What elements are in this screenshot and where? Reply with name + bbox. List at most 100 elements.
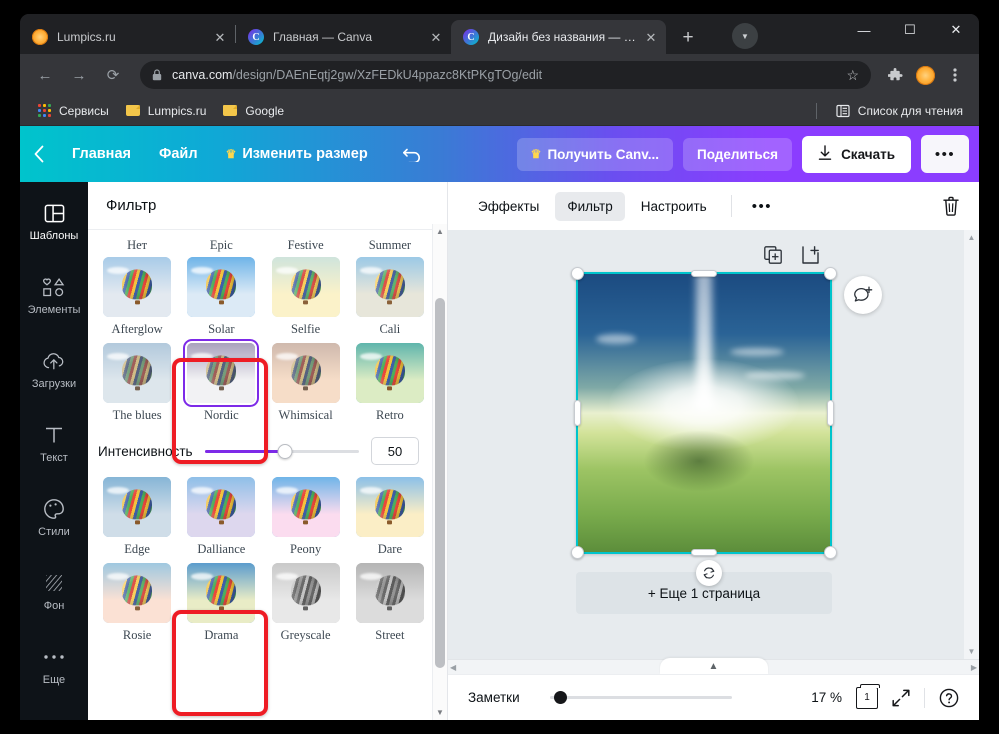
resize-handle-top[interactable] bbox=[691, 270, 717, 277]
filter-thumbnail[interactable] bbox=[103, 563, 172, 623]
panel-scrollbar[interactable]: ▲ ▼ bbox=[432, 224, 447, 720]
sidebar-item-elements[interactable]: Элементы bbox=[20, 264, 88, 328]
tab-filter[interactable]: Фильтр bbox=[555, 191, 625, 221]
menu-file[interactable]: Файл bbox=[145, 138, 212, 170]
filter-label-epic[interactable]: Epic bbox=[182, 238, 260, 253]
filter-item[interactable]: Cali bbox=[351, 257, 429, 337]
filter-thumbnail[interactable] bbox=[271, 563, 340, 623]
filter-thumbnail[interactable] bbox=[187, 257, 256, 317]
download-button[interactable]: Скачать bbox=[802, 135, 911, 173]
add-comment-icon[interactable] bbox=[844, 276, 882, 314]
expand-icon[interactable] bbox=[892, 689, 910, 707]
maximize-icon[interactable]: ☐ bbox=[887, 14, 933, 46]
filter-label-summer[interactable]: Summer bbox=[351, 238, 429, 253]
filter-thumbnail[interactable] bbox=[355, 477, 424, 537]
canvas-scroll-right-icon[interactable]: ▶ bbox=[971, 663, 977, 672]
new-tab-button[interactable]: + bbox=[674, 23, 702, 51]
filter-label-festive[interactable]: Festive bbox=[267, 238, 345, 253]
sidebar-item-styles[interactable]: Стили bbox=[20, 486, 88, 550]
filter-item[interactable]: Retro bbox=[351, 343, 429, 423]
canvas-scroll-down-icon[interactable]: ▼ bbox=[964, 644, 979, 659]
slider-knob[interactable] bbox=[277, 443, 293, 459]
canvas-viewport[interactable]: + Еще 1 страница ▲ ▼ ◀ ▶ ▲ bbox=[448, 230, 979, 674]
filter-thumbnail[interactable] bbox=[271, 477, 340, 537]
filter-item[interactable]: Whimsical bbox=[267, 343, 345, 423]
tab-adjust[interactable]: Настроить bbox=[629, 192, 719, 221]
filter-item[interactable]: Solar bbox=[182, 257, 260, 337]
sidebar-item-uploads[interactable]: Загрузки bbox=[20, 338, 88, 402]
filter-thumbnail[interactable] bbox=[355, 343, 424, 403]
browser-tab-2[interactable]: C Главная — Canva ✕ bbox=[236, 20, 451, 54]
zoom-slider[interactable] bbox=[549, 689, 732, 707]
scrollbar-thumb[interactable] bbox=[435, 298, 445, 668]
filter-label-none[interactable]: Нет bbox=[98, 238, 176, 253]
forward-icon[interactable]: → bbox=[64, 60, 94, 90]
filter-thumbnail[interactable] bbox=[103, 343, 172, 403]
chevron-left-icon[interactable] bbox=[20, 135, 58, 173]
more-options-button[interactable]: ••• bbox=[921, 135, 969, 173]
browser-tab-1[interactable]: Lumpics.ru ✕ bbox=[20, 20, 235, 54]
canvas-vertical-scrollbar[interactable]: ▲ ▼ bbox=[964, 230, 979, 659]
trash-icon[interactable] bbox=[941, 195, 961, 217]
star-icon[interactable]: ☆ bbox=[838, 67, 859, 84]
back-icon[interactable]: ← bbox=[30, 60, 60, 90]
filter-item[interactable]: Dalliance bbox=[182, 477, 260, 557]
filter-item[interactable]: Street bbox=[351, 563, 429, 643]
scroll-up-icon[interactable]: ▲ bbox=[433, 224, 447, 239]
get-canva-pro-button[interactable]: ♛ Получить Canv... bbox=[516, 137, 674, 171]
resize-handle-tl[interactable] bbox=[571, 267, 584, 280]
bookmark-services[interactable]: Сервисы bbox=[28, 100, 117, 122]
filter-item[interactable]: Edge bbox=[98, 477, 176, 557]
reading-list-button[interactable]: Список для чтения bbox=[827, 100, 971, 122]
zoom-slider-knob[interactable] bbox=[553, 691, 567, 704]
filter-thumbnail[interactable] bbox=[103, 477, 172, 537]
notes-button[interactable]: Заметки bbox=[468, 690, 520, 705]
resize-handle-right[interactable] bbox=[827, 400, 834, 426]
resize-handle-left[interactable] bbox=[574, 400, 581, 426]
bookmark-google[interactable]: Google bbox=[214, 100, 292, 122]
menu-resize[interactable]: ♛ Изменить размер bbox=[212, 138, 382, 170]
profile-avatar-icon[interactable] bbox=[911, 61, 939, 89]
help-icon[interactable] bbox=[939, 688, 959, 708]
share-button[interactable]: Поделиться bbox=[683, 137, 793, 171]
puzzle-icon[interactable] bbox=[881, 61, 909, 89]
tab-search-icon[interactable]: ▼ bbox=[732, 23, 758, 49]
menu-home[interactable]: Главная bbox=[58, 138, 145, 170]
filter-item[interactable]: Selfie bbox=[267, 257, 345, 337]
sidebar-item-templates[interactable]: Шаблоны bbox=[20, 190, 88, 254]
filter-item[interactable]: The blues bbox=[98, 343, 176, 423]
filter-thumbnail[interactable] bbox=[355, 257, 424, 317]
close-icon[interactable]: ✕ bbox=[427, 28, 445, 46]
reload-icon[interactable]: ⟳ bbox=[98, 60, 128, 90]
resize-handle-br[interactable] bbox=[824, 546, 837, 559]
filter-thumbnail[interactable] bbox=[187, 563, 256, 623]
undo-icon[interactable] bbox=[392, 134, 432, 174]
filter-thumbnail[interactable] bbox=[187, 477, 256, 537]
filter-item[interactable]: Dare bbox=[351, 477, 429, 557]
resize-handle-bottom[interactable] bbox=[691, 549, 717, 556]
intensity-slider[interactable] bbox=[204, 442, 359, 460]
duplicate-page-icon[interactable] bbox=[764, 246, 782, 269]
filter-item[interactable]: Rosie bbox=[98, 563, 176, 643]
rotate-handle-icon[interactable] bbox=[696, 560, 722, 586]
filter-thumbnail[interactable] bbox=[355, 563, 424, 623]
canvas-scroll-left-icon[interactable]: ◀ bbox=[450, 663, 456, 672]
intensity-value-input[interactable]: 50 bbox=[371, 437, 419, 465]
close-window-icon[interactable]: ✕ bbox=[933, 14, 979, 46]
filter-thumbnail[interactable] bbox=[271, 257, 340, 317]
resize-handle-bl[interactable] bbox=[571, 546, 584, 559]
filter-item[interactable]: Peony bbox=[267, 477, 345, 557]
add-page-icon[interactable] bbox=[802, 246, 820, 269]
image-more-button[interactable]: ••• bbox=[744, 198, 780, 215]
minimize-icon[interactable]: — bbox=[841, 14, 887, 46]
tab-effects[interactable]: Эффекты bbox=[466, 192, 551, 221]
notes-expand-tab[interactable]: ▲ bbox=[659, 658, 768, 674]
filter-thumbnail[interactable] bbox=[103, 257, 172, 317]
page-count-badge[interactable]: 1 bbox=[856, 683, 880, 709]
kebab-menu-icon[interactable] bbox=[941, 61, 969, 89]
canvas-scroll-up-icon[interactable]: ▲ bbox=[964, 230, 979, 245]
filter-thumbnail[interactable] bbox=[271, 343, 340, 403]
browser-tab-3-active[interactable]: C Дизайн без названия — 1481 ✕ bbox=[451, 20, 666, 54]
filter-item[interactable]: Greyscale bbox=[267, 563, 345, 643]
address-bar[interactable]: canva.com/design/DAEnEqtj2gw/XzFEDkU4ppa… bbox=[140, 61, 871, 89]
